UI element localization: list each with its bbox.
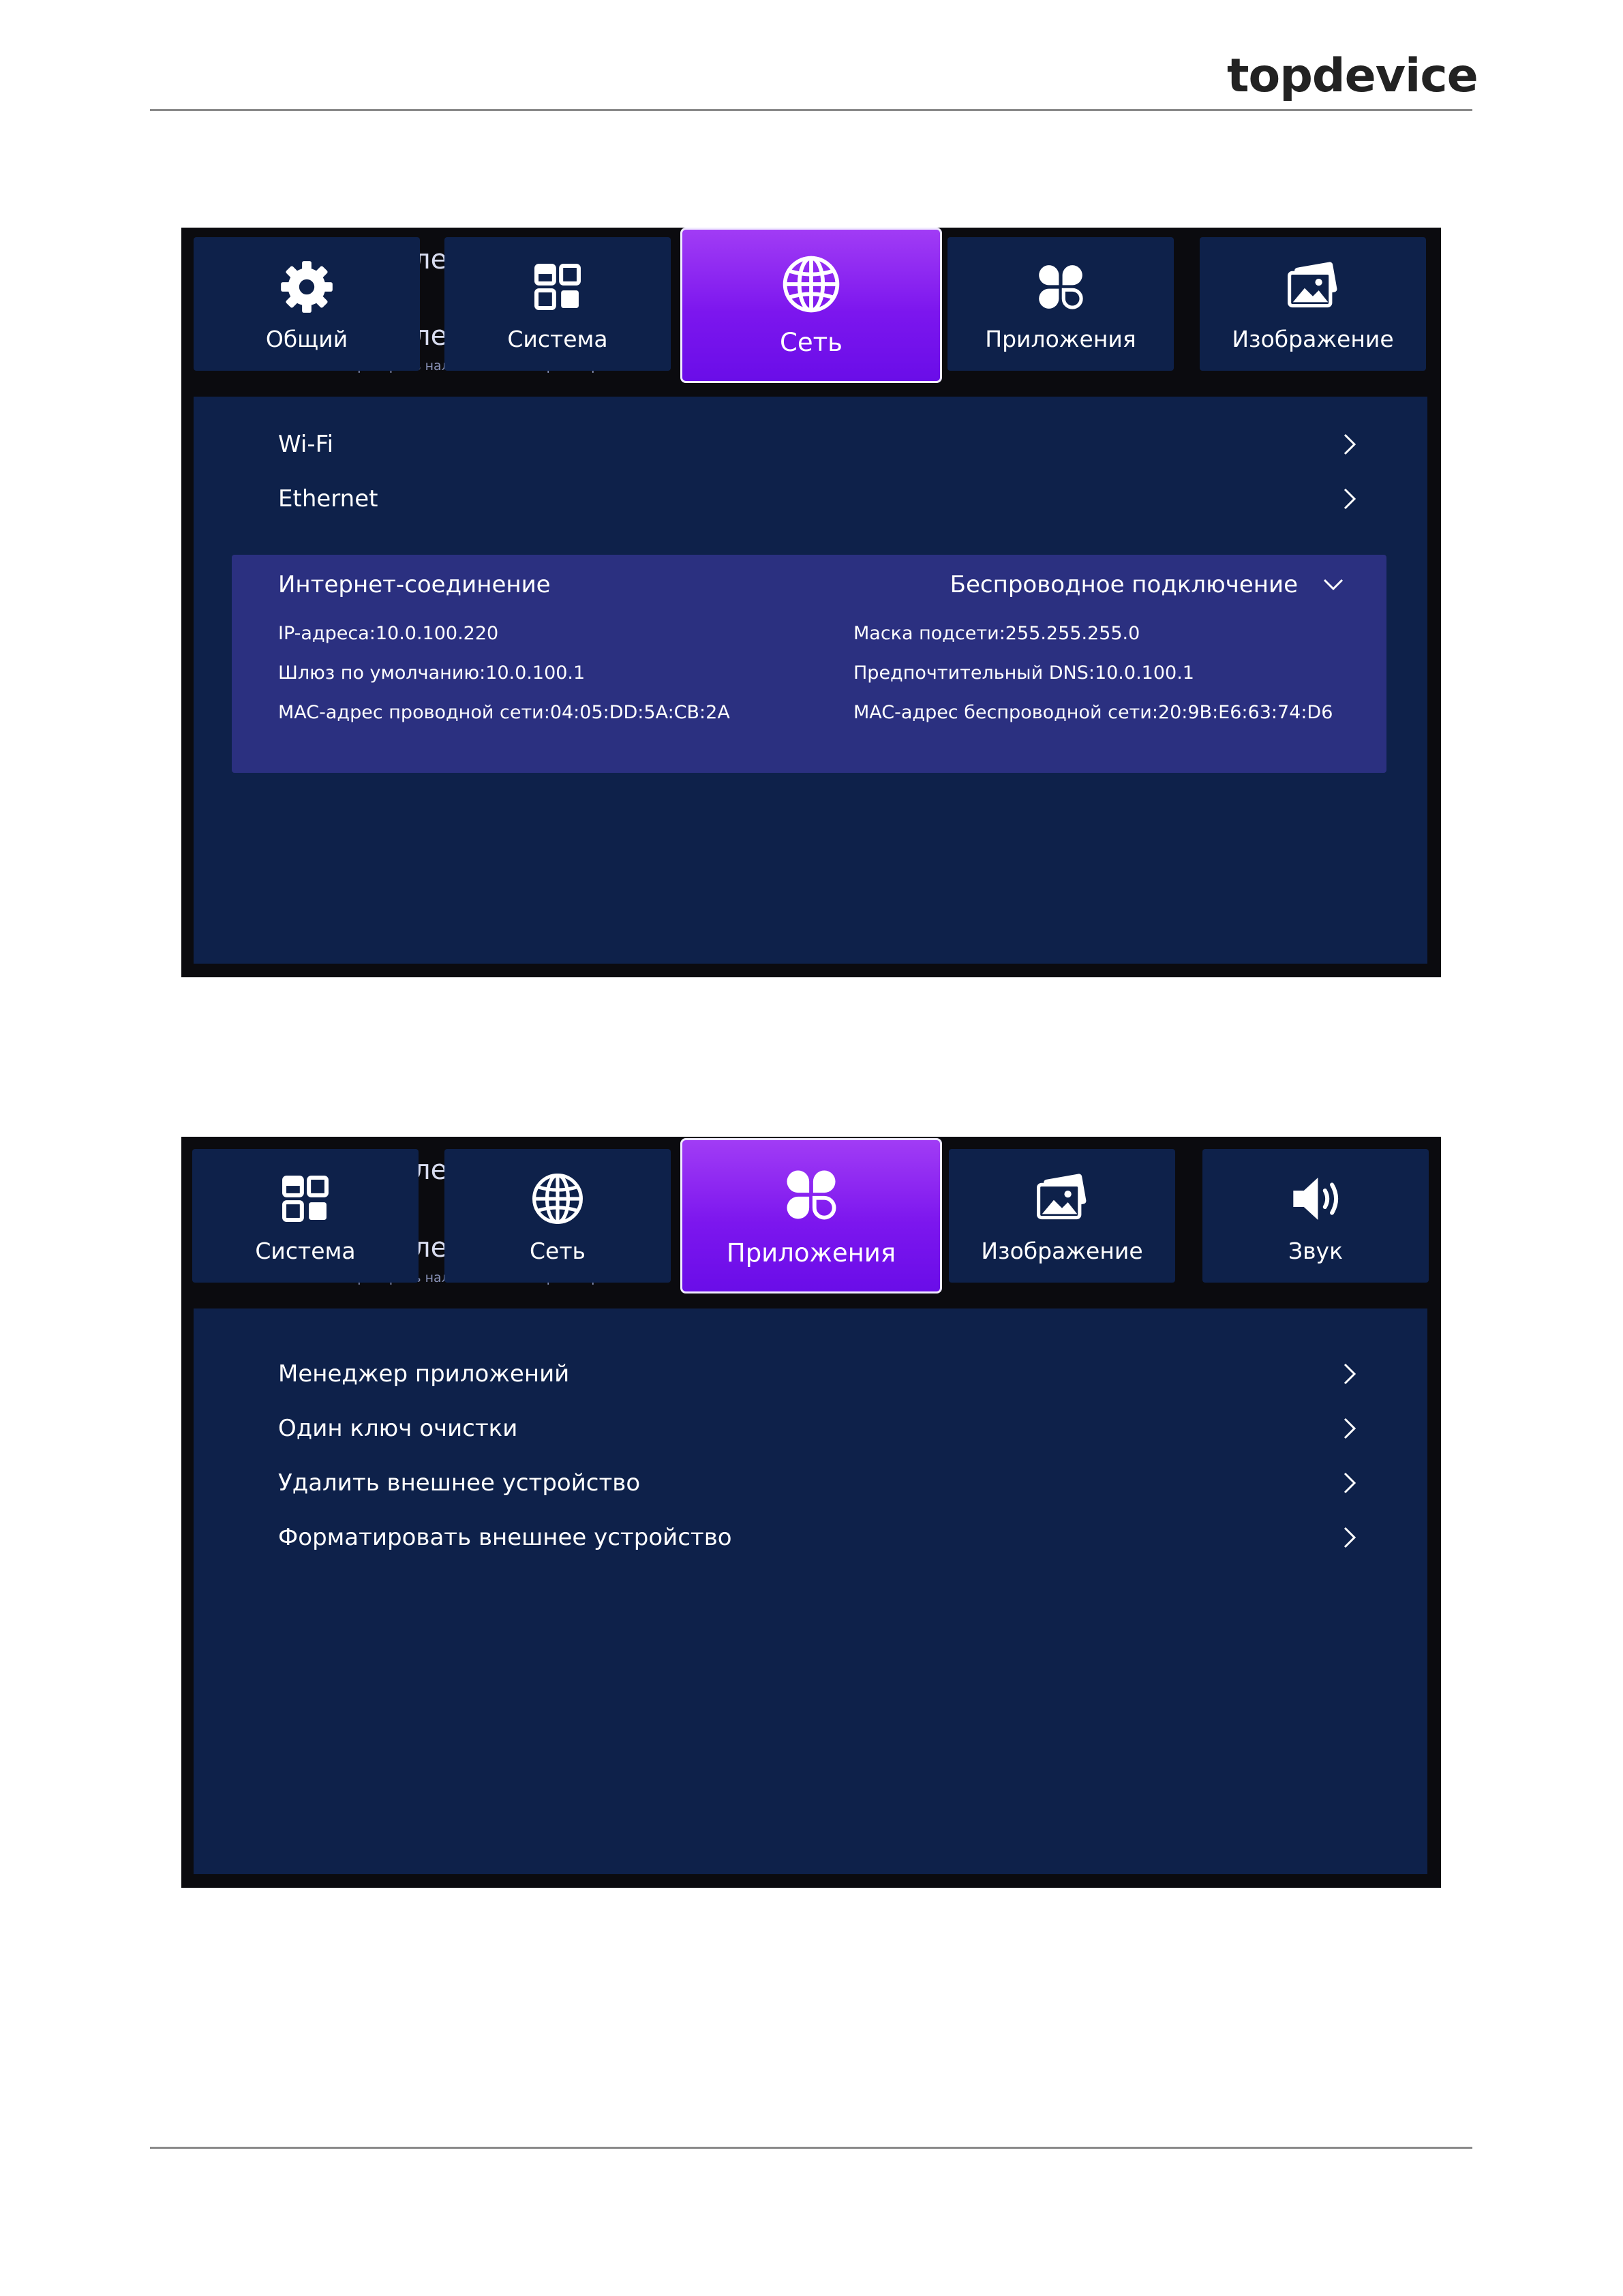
mac-wired: MAC-адрес проводной сети:04:05:DD:5A:CB:… [278, 702, 730, 723]
apps-clover-icon [787, 1170, 836, 1220]
image-icon [1288, 262, 1337, 308]
tab-applications[interactable]: Приложения [947, 237, 1174, 371]
subnet-mask: Маска подсети:255.255.255.0 [853, 623, 1140, 644]
chevron-right-icon [1344, 1527, 1356, 1548]
tab-label: Изображение [1232, 326, 1394, 352]
apps-clover-icon [1039, 265, 1083, 309]
tab-system[interactable]: Система [192, 1149, 419, 1283]
tab-image[interactable]: Изображение [1200, 237, 1426, 371]
screenshot-network-settings: ле ле Проверить наличие новой версии про… [181, 228, 1441, 977]
header-divider [150, 109, 1472, 111]
menu-item-format-external-device[interactable]: Форматировать внешнее устройство [278, 1517, 1358, 1558]
connection-type-value: Беспроводное подключение [950, 571, 1298, 598]
tab-label: Звук [1288, 1238, 1344, 1264]
tab-label: Система [507, 326, 608, 352]
globe-icon [532, 1174, 583, 1224]
screenshot-application-settings: ле ле Проверить наличие новой версии про… [181, 1137, 1441, 1888]
tab-label: Система [255, 1238, 356, 1264]
menu-item-label: Менеджер приложений [278, 1360, 570, 1388]
tab-applications[interactable]: Приложения [680, 1138, 942, 1294]
internet-connection-label: Интернет-соединение [278, 571, 551, 598]
menu-item-label: Wi-Fi [278, 431, 334, 458]
network-settings-panel: Wi-Fi Ethernet Интернет-соединение Беспр… [194, 397, 1427, 964]
menu-item-one-key-clean[interactable]: Один ключ очистки [278, 1408, 1358, 1449]
menu-item-label: Один ключ очистки [278, 1415, 518, 1442]
ip-address: IP-адреса:10.0.100.220 [278, 623, 499, 644]
image-icon [1037, 1174, 1087, 1220]
menu-item-label: Ethernet [278, 485, 378, 512]
tab-label: Сеть [780, 328, 843, 357]
preferred-dns: Предпочтительный DNS:10.0.100.1 [853, 662, 1194, 684]
default-gateway: Шлюз по умолчанию:10.0.100.1 [278, 662, 586, 684]
tab-network[interactable]: Сеть [444, 1149, 671, 1283]
tab-system[interactable]: Система [444, 237, 671, 371]
globe-icon [783, 256, 840, 313]
speaker-icon [1293, 1178, 1339, 1220]
chevron-down-icon [1323, 579, 1344, 591]
windows-icon [534, 264, 581, 310]
internet-connection-header[interactable]: Интернет-соединение Беспроводное подключ… [278, 564, 1344, 605]
chevron-right-icon [1344, 1472, 1356, 1494]
tab-general[interactable]: Общий [194, 237, 420, 371]
chevron-right-icon [1344, 1418, 1356, 1439]
tab-label: Изображение [981, 1238, 1143, 1264]
menu-item-remove-external-device[interactable]: Удалить внешнее устройство [278, 1463, 1358, 1503]
tab-label: Сеть [529, 1238, 586, 1264]
mac-wireless: MAC-адрес беспроводной сети:20:9B:E6:63:… [853, 702, 1333, 723]
chevron-right-icon [1344, 1363, 1356, 1385]
menu-item-ethernet[interactable]: Ethernet [278, 478, 1358, 519]
gear-icon [281, 261, 333, 313]
application-settings-panel: Менеджер приложений Один ключ очистки Уд… [194, 1308, 1427, 1874]
menu-item-app-manager[interactable]: Менеджер приложений [278, 1353, 1358, 1394]
tab-network[interactable]: Сеть [680, 228, 942, 383]
menu-item-label: Удалить внешнее устройство [278, 1469, 641, 1497]
tab-label: Общий [265, 326, 348, 352]
menu-item-wifi[interactable]: Wi-Fi [278, 424, 1358, 465]
tab-label: Приложения [985, 326, 1136, 352]
chevron-right-icon [1344, 488, 1356, 510]
menu-item-label: Форматировать внешнее устройство [278, 1524, 732, 1551]
chevron-right-icon [1344, 433, 1356, 455]
tab-sound[interactable]: Звук [1202, 1149, 1429, 1283]
tab-label: Приложения [726, 1238, 896, 1268]
windows-icon [282, 1176, 329, 1222]
footer-divider [150, 2147, 1472, 2149]
internet-connection-section[interactable]: Интернет-соединение Беспроводное подключ… [232, 555, 1386, 773]
tab-image[interactable]: Изображение [949, 1149, 1175, 1283]
brand-logo: topdevice [1227, 49, 1478, 103]
